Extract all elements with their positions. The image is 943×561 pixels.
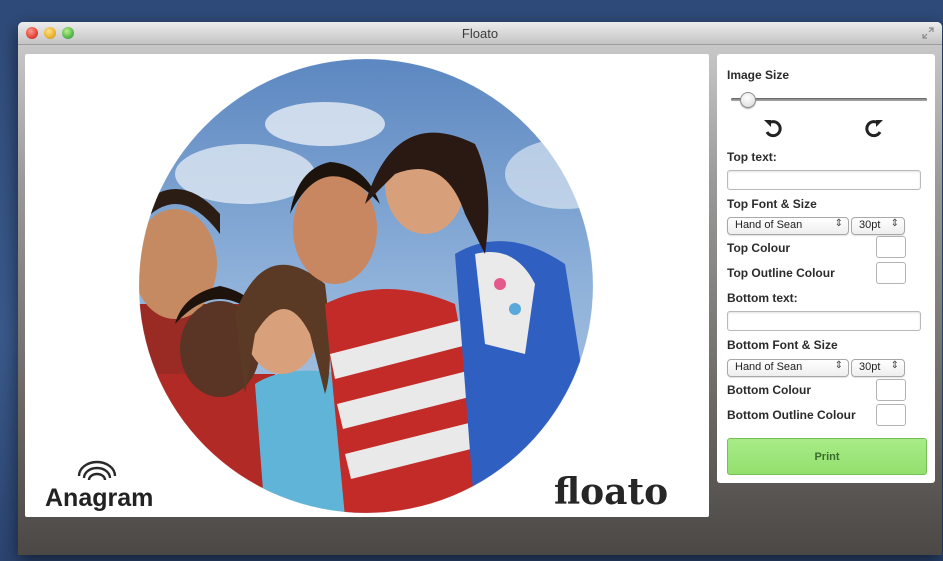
app-window: Floato Anagram floato Image Size Top tex… [18,22,942,555]
settings-panel: Image Size Top text: Top Font & Size Han… [717,54,935,483]
bottom-colour-label: Bottom Colour [727,383,811,397]
bottom-size-value: 30pt [859,361,881,373]
top-font-select[interactable]: Hand of Sean ⇕ [727,217,849,235]
print-button[interactable]: Print [727,438,927,475]
rotate-right-icon[interactable] [862,116,886,140]
bottom-font-value: Hand of Sean [735,361,803,373]
top-font-value: Hand of Sean [735,219,803,231]
top-size-select[interactable]: 30pt ⇕ [851,217,905,235]
select-arrows-icon: ⇕ [834,360,843,371]
bottom-size-select[interactable]: 30pt ⇕ [851,359,905,377]
bottom-colour-swatch[interactable] [876,379,906,401]
top-colour-label: Top Colour [727,241,791,255]
bottom-outline-colour-swatch[interactable] [876,404,906,426]
top-text-input[interactable] [727,170,921,190]
preview-canvas: Anagram floato [25,54,709,517]
top-size-value: 30pt [859,219,881,231]
image-size-slider-thumb[interactable] [740,92,757,108]
select-arrows-icon: ⇕ [890,360,899,371]
floato-logo-text: floato [554,471,668,513]
bottom-outline-colour-label: Bottom Outline Colour [727,408,856,422]
bottom-font-size-label: Bottom Font & Size [727,338,838,352]
floato-logo: floato [554,466,674,517]
top-font-size-label: Top Font & Size [727,197,817,211]
bottom-text-label: Bottom text: [727,291,798,305]
image-size-label: Image Size [727,68,790,82]
bottom-font-select[interactable]: Hand of Sean ⇕ [727,359,849,377]
anagram-logo-text: Anagram [45,484,153,512]
title-bar[interactable]: Floato [18,22,942,45]
rotate-left-icon[interactable] [761,116,785,140]
anagram-logo: Anagram [43,458,153,517]
image-size-slider-track[interactable] [731,98,927,101]
top-outline-colour-label: Top Outline Colour [727,266,835,280]
top-colour-swatch[interactable] [876,236,906,258]
top-text-label: Top text: [727,150,777,164]
fullscreen-icon[interactable] [922,27,934,39]
window-title: Floato [461,26,499,41]
group-photo [139,59,593,513]
select-arrows-icon: ⇕ [890,218,899,229]
select-arrows-icon: ⇕ [834,218,843,229]
top-outline-colour-swatch[interactable] [876,262,906,284]
bottom-text-input[interactable] [727,311,921,331]
photo-preview[interactable] [25,54,709,517]
